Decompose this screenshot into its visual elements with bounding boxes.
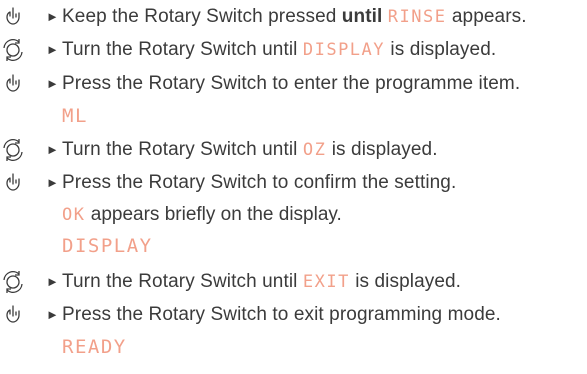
turn-icon: [0, 137, 26, 163]
lcd-ready: READY: [62, 336, 127, 358]
lcd-display-2: DISPLAY: [62, 235, 153, 257]
press-icon: [0, 170, 26, 196]
step-1-text-pre: Keep the Rotary Switch pressed: [62, 6, 342, 27]
lcd-rinse: RINSE: [387, 7, 447, 27]
lcd-exit: EXIT: [302, 272, 350, 292]
step-2-text-post: is displayed.: [385, 39, 497, 60]
step-5-text: Press the Rotary Switch to confirm the s…: [62, 172, 457, 193]
step-4: ► Turn the Rotary Switch until OZ is dis…: [0, 137, 587, 163]
step-3-text: Press the Rotary Switch to enter the pro…: [62, 73, 521, 94]
step-5: ► Press the Rotary Switch to confirm the…: [0, 170, 587, 196]
ok-line-text: appears briefly on the display.: [85, 204, 342, 225]
step-arrow: ►: [46, 42, 59, 57]
step-4-text-post: is displayed.: [326, 139, 438, 160]
ok-line: OK appears briefly on the display.: [0, 202, 587, 228]
step-7: ► Press the Rotary Switch to exit progra…: [0, 302, 587, 328]
step-1: ► Keep the Rotary Switch pressed until R…: [0, 4, 587, 30]
step-arrow: ►: [46, 175, 59, 190]
step-arrow: ►: [46, 274, 59, 289]
press-icon: [0, 302, 26, 328]
lcd-ok: OK: [62, 205, 86, 225]
step-2-text-pre: Turn the Rotary Switch until: [62, 39, 303, 60]
step-6-text-pre: Turn the Rotary Switch until: [62, 271, 303, 292]
step-4-text-pre: Turn the Rotary Switch until: [62, 139, 303, 160]
step-arrow: ►: [46, 76, 59, 91]
step-2: ► Turn the Rotary Switch until DISPLAY i…: [0, 37, 587, 63]
step-1-text-post: appears.: [446, 6, 527, 27]
lcd-display: DISPLAY: [302, 40, 386, 60]
turn-icon: [0, 37, 26, 63]
turn-icon: [0, 269, 26, 295]
press-icon: [0, 4, 26, 30]
step-arrow: ►: [46, 142, 59, 157]
step-arrow: ►: [46, 9, 59, 24]
step-7-text: Press the Rotary Switch to exit programm…: [62, 304, 501, 325]
press-icon: [0, 71, 26, 97]
step-6-text-post: is displayed.: [349, 271, 462, 292]
lcd-oz: OZ: [302, 140, 327, 160]
step-1-bold: until: [341, 6, 383, 27]
step-3: ► Press the Rotary Switch to enter the p…: [0, 71, 587, 97]
step-6: ► Turn the Rotary Switch until EXIT is d…: [0, 269, 587, 295]
step-arrow: ►: [46, 307, 59, 322]
lcd-ml: ML: [62, 105, 88, 127]
